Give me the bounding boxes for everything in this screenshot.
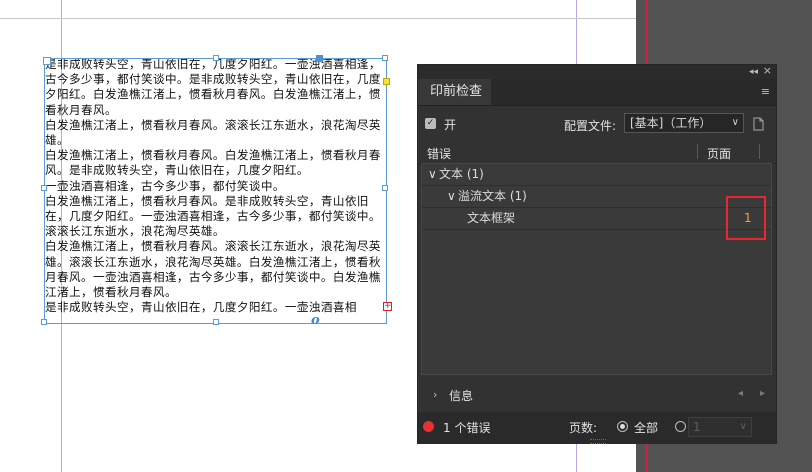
tree-row-text-frame[interactable]: 文本框架 1 (422, 208, 771, 230)
radio-page-range[interactable] (675, 421, 686, 432)
panel-statusbar: 1 个错误 页数: 全部 1 ∨ (418, 412, 776, 444)
column-header-error[interactable]: 错误 (427, 145, 451, 162)
panel-menu-icon[interactable]: ≡ (761, 86, 770, 97)
margin-guide-top (0, 18, 636, 19)
tree-label: 溢流文本 (1) (458, 189, 527, 203)
results-table-header: 错误 页面 (418, 141, 776, 164)
profile-label: 配置文件: (564, 119, 617, 133)
resize-handle-top[interactable] (213, 55, 219, 61)
preflight-on-label: 开 (444, 118, 457, 132)
resize-handle-right[interactable] (382, 185, 388, 191)
resize-handle-left[interactable] (41, 185, 47, 191)
anchor-handle[interactable] (316, 55, 323, 62)
resize-handle-top-right[interactable] (382, 55, 388, 61)
corner-option-handle[interactable] (383, 78, 390, 85)
column-divider[interactable] (759, 144, 760, 159)
all-pages-label: 全部 (634, 421, 659, 435)
anchor-icon[interactable]: o (311, 313, 320, 328)
close-icon[interactable]: × (763, 65, 772, 76)
chevron-down-icon: ∨ (731, 117, 739, 128)
resize-handle-bottom-left[interactable] (41, 319, 47, 325)
chevron-down-icon[interactable]: ∨ (428, 164, 437, 185)
panel-titlebar: ◂◂ × (418, 65, 776, 79)
chevron-down-icon[interactable]: ∨ (447, 186, 456, 207)
pages-label: 页数: (569, 421, 598, 435)
page-range-field[interactable]: 1 ∨ (688, 417, 752, 437)
chevron-right-icon[interactable]: › (433, 388, 437, 401)
resize-handle-bottom[interactable] (213, 319, 219, 325)
panel-tabbar: 印前检查 ≡ (418, 79, 776, 106)
column-divider[interactable] (697, 144, 698, 159)
chevron-down-icon: ∨ (739, 421, 747, 432)
radio-all-pages[interactable] (617, 421, 628, 432)
error-tree: ∨ 文本 (1) ∨ 溢流文本 (1) 文本框架 1 (421, 163, 772, 375)
profile-define-icon[interactable] (752, 117, 765, 131)
tree-row-text[interactable]: ∨ 文本 (1) (422, 164, 771, 186)
info-section[interactable]: › 信息 ◂ ▸ (418, 383, 776, 407)
collapse-icon[interactable]: ◂◂ (749, 67, 758, 77)
tree-label: 文本 (1) (439, 167, 484, 181)
text-frame[interactable]: + o (41, 55, 392, 328)
info-label: 信息 (449, 389, 474, 403)
overset-text-icon[interactable]: + (383, 302, 392, 311)
profile-value: [基本]（工作） (630, 116, 712, 130)
tree-label: 文本框架 (467, 211, 516, 225)
resize-grip[interactable] (590, 439, 606, 444)
column-header-page[interactable]: 页面 (707, 145, 731, 162)
profile-select[interactable]: [基本]（工作） ∨ (624, 113, 744, 133)
page-range-value: 1 (693, 420, 701, 434)
error-count: 1 个错误 (443, 421, 491, 435)
error-status-icon (423, 421, 434, 432)
in-port[interactable] (43, 57, 51, 65)
preflight-on-checkbox[interactable]: ✓ (425, 118, 436, 129)
tab-preflight[interactable]: 印前检查 (418, 79, 491, 105)
tree-row-overset-text[interactable]: ∨ 溢流文本 (1) (422, 186, 771, 208)
highlight-box (726, 196, 766, 240)
previous-icon[interactable]: ◂ (738, 388, 743, 399)
next-icon[interactable]: ▸ (760, 388, 765, 399)
preflight-panel: ◂◂ × 印前检查 ≡ ✓ 开 配置文件: [基本]（工作） ∨ 错误 页面 ∨… (417, 64, 777, 444)
preflight-on-row: ✓ 开 配置文件: [基本]（工作） ∨ (418, 109, 776, 139)
